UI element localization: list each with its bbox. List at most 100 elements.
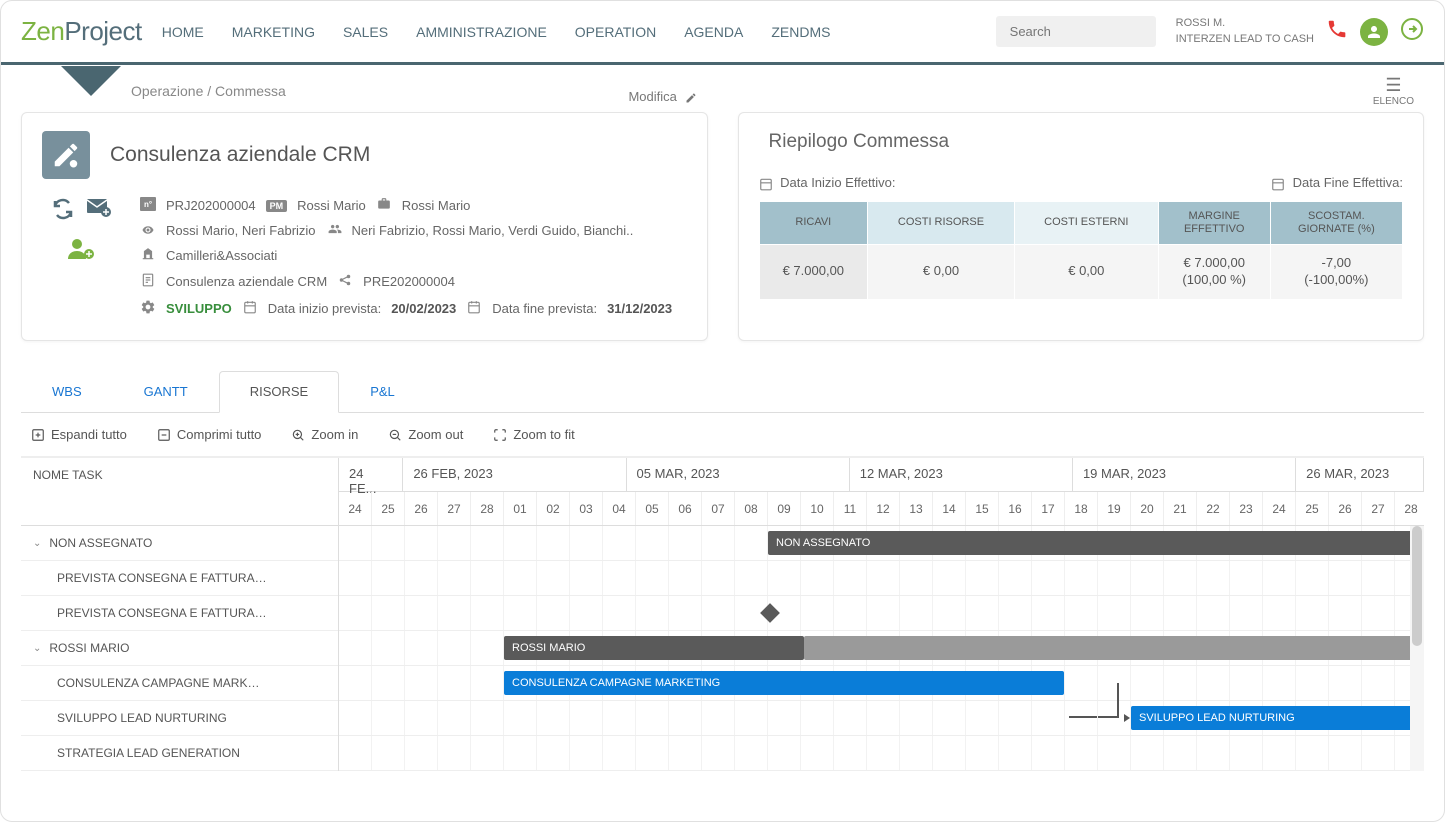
day-header: 23 bbox=[1230, 492, 1263, 525]
bar-rossi-mario-ext[interactable] bbox=[804, 636, 1424, 660]
bar-non-assegnato[interactable]: NON ASSEGNATO bbox=[768, 531, 1424, 555]
mail-add-icon[interactable] bbox=[87, 197, 113, 227]
task-row[interactable]: PREVISTA CONSEGNA E FATTURA… bbox=[21, 596, 338, 631]
calendar-icon bbox=[242, 300, 258, 317]
bar-sviluppo[interactable]: SVILUPPO LEAD NURTURING bbox=[1131, 706, 1424, 730]
viewers: Rossi Mario, Neri Fabrizio bbox=[166, 223, 316, 238]
day-header: 26 bbox=[1329, 492, 1362, 525]
modifica-button[interactable]: Modifica bbox=[628, 89, 696, 104]
nav-operation[interactable]: OPERATION bbox=[575, 24, 656, 40]
summary-card: Riepilogo Commessa Data Inizio Effettivo… bbox=[738, 112, 1425, 341]
team-icon bbox=[326, 222, 342, 239]
day-header: 02 bbox=[537, 492, 570, 525]
week-header: 24 FE... bbox=[339, 458, 403, 491]
bar-consulenza[interactable]: CONSULENZA CAMPAGNE MARKETING bbox=[504, 671, 1064, 695]
elenco-button[interactable]: ☰ ELENCO bbox=[1373, 75, 1414, 107]
day-header: 24 bbox=[1263, 492, 1296, 525]
task-row[interactable]: SVILUPPO LEAD NURTURING bbox=[21, 701, 338, 736]
task-row[interactable]: STRATEGIA LEAD GENERATION bbox=[21, 736, 338, 771]
phone-icon[interactable] bbox=[1326, 18, 1348, 46]
value-costi-esterni: € 0,00 bbox=[1014, 244, 1158, 299]
client-name: Camilleri&Associati bbox=[166, 248, 277, 263]
week-header: 05 MAR, 2023 bbox=[627, 458, 850, 491]
header-ricavi: RICAVI bbox=[759, 201, 868, 244]
project-card: Modifica Consulenza aziendale CRM bbox=[21, 112, 708, 341]
search-input[interactable] bbox=[996, 16, 1156, 47]
header-costi-risorse: COSTI RISORSE bbox=[868, 201, 1015, 244]
header-costi-esterni: COSTI ESTERNI bbox=[1014, 201, 1158, 244]
team-list: Neri Fabrizio, Rossi Mario, Verdi Guido,… bbox=[352, 223, 634, 238]
day-header: 04 bbox=[603, 492, 636, 525]
task-row[interactable]: CONSULENZA CAMPAGNE MARK… bbox=[21, 666, 338, 701]
gantt-chart: NOME TASK ⌄NON ASSEGNATO PREVISTA CONSEG… bbox=[21, 457, 1424, 771]
nav-amministrazione[interactable]: AMMINISTRAZIONE bbox=[416, 24, 547, 40]
day-header: 19 bbox=[1098, 492, 1131, 525]
day-header: 28 bbox=[471, 492, 504, 525]
end-date: 31/12/2023 bbox=[607, 301, 672, 316]
tab-risorse[interactable]: RISORSE bbox=[219, 371, 340, 413]
logo: ZenProject bbox=[21, 16, 142, 47]
day-header: 27 bbox=[438, 492, 471, 525]
nav-agenda[interactable]: AGENDA bbox=[684, 24, 743, 40]
nav-sales[interactable]: SALES bbox=[343, 24, 388, 40]
nav-marketing[interactable]: MARKETING bbox=[232, 24, 315, 40]
start-date: 20/02/2023 bbox=[391, 301, 456, 316]
gantt-timeline[interactable]: ⋮⋮ 24 FE...26 FEB, 202305 MAR, 202312 MA… bbox=[339, 458, 1424, 771]
task-group-rossi-mario[interactable]: ⌄ROSSI MARIO bbox=[21, 631, 338, 666]
day-header: 21 bbox=[1164, 492, 1197, 525]
document-icon bbox=[140, 272, 156, 291]
refresh-icon[interactable] bbox=[51, 197, 75, 227]
summary-title: Riepilogo Commessa bbox=[759, 131, 1404, 153]
project-icon bbox=[42, 131, 90, 179]
user-info: ROSSI M. INTERZEN LEAD TO CASH bbox=[1176, 16, 1314, 47]
start-label: Data inizio prevista: bbox=[268, 301, 381, 316]
user-icon[interactable] bbox=[1360, 18, 1388, 46]
bar-rossi-mario[interactable]: ROSSI MARIO bbox=[504, 636, 804, 660]
nav-zendms[interactable]: ZENDMS bbox=[771, 24, 830, 40]
day-header: 12 bbox=[867, 492, 900, 525]
offer-name: Consulenza aziendale CRM bbox=[166, 274, 327, 289]
week-header: 19 MAR, 2023 bbox=[1073, 458, 1296, 491]
number-icon: n° bbox=[140, 197, 156, 214]
task-group-non-assegnato[interactable]: ⌄NON ASSEGNATO bbox=[21, 526, 338, 561]
dropdown-indicator[interactable] bbox=[61, 66, 121, 96]
building-icon bbox=[140, 247, 156, 264]
nav-home[interactable]: HOME bbox=[162, 24, 204, 40]
end-label: Data fine prevista: bbox=[492, 301, 597, 316]
collapse-all-button[interactable]: Comprimi tutto bbox=[157, 427, 262, 442]
chevron-down-icon: ⌄ bbox=[33, 538, 41, 549]
task-row[interactable]: PREVISTA CONSEGNA E FATTURA… bbox=[21, 561, 338, 596]
day-header: 09 bbox=[768, 492, 801, 525]
day-header: 03 bbox=[570, 492, 603, 525]
day-header: 27 bbox=[1362, 492, 1395, 525]
pm-badge: PM bbox=[266, 200, 288, 212]
briefcase-icon bbox=[376, 197, 392, 214]
tab-wbs[interactable]: WBS bbox=[21, 371, 113, 412]
offer-code: PRE202000004 bbox=[363, 274, 455, 289]
zoom-out-button[interactable]: Zoom out bbox=[388, 427, 463, 442]
tab-pl[interactable]: P&L bbox=[339, 371, 426, 412]
value-costi-risorse: € 0,00 bbox=[868, 244, 1015, 299]
vertical-scrollbar[interactable] bbox=[1410, 526, 1424, 771]
zoom-fit-button[interactable]: Zoom to fit bbox=[493, 427, 574, 442]
chevron-down-icon: ⌄ bbox=[33, 643, 41, 654]
tab-gantt[interactable]: GANTT bbox=[113, 371, 219, 412]
week-header: 26 FEB, 2023 bbox=[403, 458, 626, 491]
eye-icon bbox=[140, 223, 156, 239]
pm-name: Rossi Mario bbox=[297, 198, 366, 213]
expand-all-button[interactable]: Espandi tutto bbox=[31, 427, 127, 442]
value-ricavi: € 7.000,00 bbox=[759, 244, 868, 299]
gear-icon bbox=[140, 299, 156, 318]
day-header: 05 bbox=[636, 492, 669, 525]
header-margine: MARGINEEFFETTIVO bbox=[1158, 201, 1270, 244]
gantt-task-list: NOME TASK ⌄NON ASSEGNATO PREVISTA CONSEG… bbox=[21, 458, 339, 771]
day-header: 18 bbox=[1065, 492, 1098, 525]
logout-icon[interactable] bbox=[1400, 17, 1424, 47]
day-header: 15 bbox=[966, 492, 999, 525]
day-header: 28 bbox=[1395, 492, 1424, 525]
day-header: 22 bbox=[1197, 492, 1230, 525]
zoom-in-button[interactable]: Zoom in bbox=[291, 427, 358, 442]
effective-end-label: Data Fine Effettiva: bbox=[1271, 175, 1403, 191]
user-add-icon[interactable] bbox=[68, 237, 96, 267]
day-header: 08 bbox=[735, 492, 768, 525]
